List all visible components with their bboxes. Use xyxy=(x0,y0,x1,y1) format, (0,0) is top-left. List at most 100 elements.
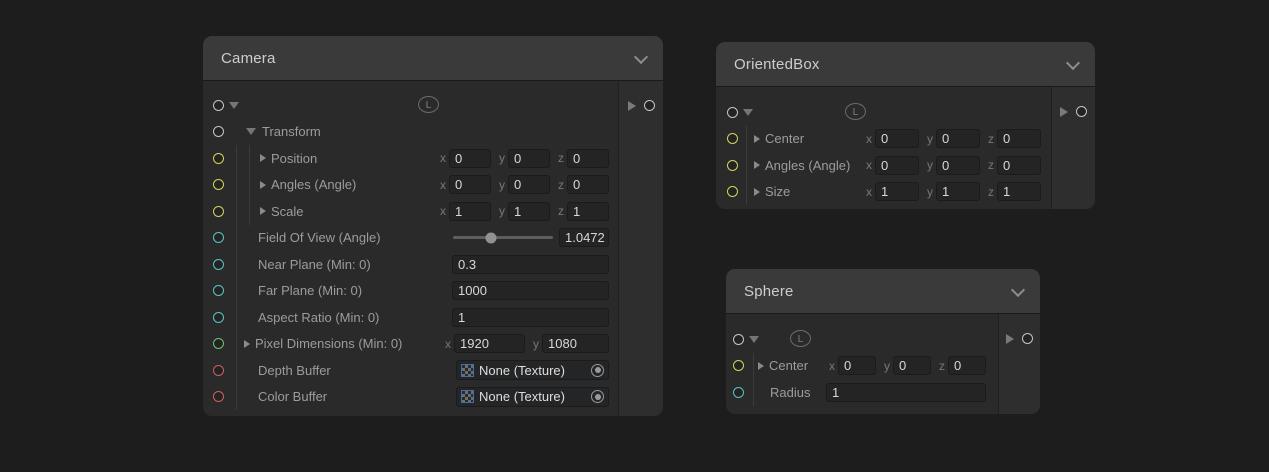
fov-value-field[interactable]: 1.0472 xyxy=(559,228,609,247)
tree-guide-line xyxy=(249,172,250,199)
far-plane-input-socket[interactable] xyxy=(213,285,224,296)
vector-fields: x 0 y 0 z 0 xyxy=(829,356,986,375)
color-buffer-input-socket[interactable] xyxy=(213,391,224,402)
angles-y-field[interactable]: 0 xyxy=(936,156,980,175)
chevron-down-icon[interactable] xyxy=(1011,283,1025,297)
camera-node[interactable]: Camera L Transform xyxy=(203,36,663,416)
camera-row-aspect-ratio: Aspect Ratio (Min: 0) 1 xyxy=(203,304,618,331)
exec-output-triangle-icon[interactable] xyxy=(628,101,636,111)
row-label: Far Plane (Min: 0) xyxy=(258,283,362,298)
depth-buffer-texture-field[interactable]: None (Texture) xyxy=(456,360,609,380)
chevron-down-icon[interactable] xyxy=(634,50,648,64)
angles-z-field[interactable]: 0 xyxy=(997,156,1041,175)
aspect-ratio-field[interactable]: 1 xyxy=(452,308,609,327)
axis-label-z: z xyxy=(988,158,994,172)
orientedbox-node-body: L Center x 0 y 0 z 0 xyxy=(716,86,1095,209)
camera-row-pixel-dimensions: Pixel Dimensions (Min: 0) x 1920 y 1080 xyxy=(203,331,618,358)
exec-output-triangle-icon[interactable] xyxy=(1006,334,1014,344)
collapse-triangle-icon[interactable] xyxy=(743,109,753,116)
center-input-socket[interactable] xyxy=(733,360,744,371)
collapse-triangle-icon[interactable] xyxy=(749,336,759,343)
angles-input-socket[interactable] xyxy=(727,160,738,171)
depth-buffer-input-socket[interactable] xyxy=(213,365,224,376)
near-plane-field[interactable]: 0.3 xyxy=(452,255,609,274)
center-input-socket[interactable] xyxy=(727,133,738,144)
scale-z-field[interactable]: 1 xyxy=(567,202,609,221)
fov-input-socket[interactable] xyxy=(213,232,224,243)
target-picker-icon[interactable] xyxy=(591,364,604,377)
camera-output-panel xyxy=(618,81,663,416)
expand-triangle-icon[interactable] xyxy=(244,340,250,348)
exec-input-socket[interactable] xyxy=(733,334,744,345)
radius-field[interactable]: 1 xyxy=(826,383,986,402)
center-z-field[interactable]: 0 xyxy=(997,129,1041,148)
expand-triangle-icon[interactable] xyxy=(260,181,266,189)
transform-input-socket[interactable] xyxy=(213,126,224,137)
position-input-socket[interactable] xyxy=(213,153,224,164)
fov-slider[interactable] xyxy=(453,236,553,239)
expand-triangle-icon[interactable] xyxy=(758,362,764,370)
center-x-field[interactable]: 0 xyxy=(875,129,919,148)
exec-output-socket[interactable] xyxy=(644,100,655,111)
size-z-field[interactable]: 1 xyxy=(997,182,1041,201)
pixel-height-field[interactable]: 1080 xyxy=(542,334,609,353)
far-plane-field[interactable]: 1000 xyxy=(452,281,609,300)
tree-guide-line xyxy=(249,145,250,172)
expand-triangle-icon[interactable] xyxy=(754,161,760,169)
fov-slider-handle[interactable] xyxy=(486,232,497,243)
size-y-field[interactable]: 1 xyxy=(936,182,980,201)
size-x-field[interactable]: 1 xyxy=(875,182,919,201)
orientedbox-node-header[interactable]: OrientedBox xyxy=(716,42,1095,86)
center-x-field[interactable]: 0 xyxy=(838,356,876,375)
target-picker-icon[interactable] xyxy=(591,390,604,403)
exec-input-socket[interactable] xyxy=(727,107,738,118)
axis-label-x: x xyxy=(440,151,446,165)
node-graph-canvas[interactable]: Camera L Transform xyxy=(0,0,1269,472)
position-z-field[interactable]: 0 xyxy=(567,149,609,168)
camera-node-header[interactable]: Camera xyxy=(203,36,663,80)
radius-input-socket[interactable] xyxy=(733,387,744,398)
local-space-badge[interactable]: L xyxy=(790,330,811,347)
angles-x-field[interactable]: 0 xyxy=(875,156,919,175)
pixel-dimensions-input-socket[interactable] xyxy=(213,338,224,349)
size-input-socket[interactable] xyxy=(727,186,738,197)
angles-z-field[interactable]: 0 xyxy=(567,175,609,194)
vector-fields: x 1 y 1 z 1 xyxy=(440,202,609,221)
orientedbox-node-main: L Center x 0 y 0 z 0 xyxy=(716,87,1051,209)
center-y-field[interactable]: 0 xyxy=(893,356,931,375)
position-x-field[interactable]: 0 xyxy=(449,149,491,168)
vector-fields: x 1 y 1 z 1 xyxy=(866,182,1041,201)
exec-input-socket[interactable] xyxy=(213,100,224,111)
scale-y-field[interactable]: 1 xyxy=(508,202,550,221)
row-label: Center xyxy=(765,131,804,146)
orientedbox-node[interactable]: OrientedBox L Center x 0 xyxy=(716,42,1095,209)
position-y-field[interactable]: 0 xyxy=(508,149,550,168)
expand-triangle-icon[interactable] xyxy=(754,135,760,143)
expand-triangle-icon[interactable] xyxy=(260,154,266,162)
color-buffer-texture-field[interactable]: None (Texture) xyxy=(456,387,609,407)
sphere-node-header[interactable]: Sphere xyxy=(726,269,1040,313)
local-space-badge[interactable]: L xyxy=(845,103,866,120)
exec-output-triangle-icon[interactable] xyxy=(1060,107,1068,117)
angles-x-field[interactable]: 0 xyxy=(449,175,491,194)
pixel-width-field[interactable]: 1920 xyxy=(454,334,525,353)
angles-y-field[interactable]: 0 xyxy=(508,175,550,194)
center-z-field[interactable]: 0 xyxy=(948,356,986,375)
chevron-down-icon[interactable] xyxy=(1066,56,1080,70)
sphere-node[interactable]: Sphere L Center x 0 y xyxy=(726,269,1040,414)
angles-input-socket[interactable] xyxy=(213,179,224,190)
collapse-triangle-icon[interactable] xyxy=(229,102,239,109)
tree-guide-line xyxy=(746,179,747,206)
axis-label-x: x xyxy=(440,178,446,192)
near-plane-input-socket[interactable] xyxy=(213,259,224,270)
scale-x-field[interactable]: 1 xyxy=(449,202,491,221)
center-y-field[interactable]: 0 xyxy=(936,129,980,148)
exec-output-socket[interactable] xyxy=(1022,333,1033,344)
scale-input-socket[interactable] xyxy=(213,206,224,217)
expand-triangle-icon[interactable] xyxy=(754,188,760,196)
exec-output-socket[interactable] xyxy=(1076,106,1087,117)
local-space-badge[interactable]: L xyxy=(418,96,439,113)
aspect-ratio-input-socket[interactable] xyxy=(213,312,224,323)
expand-open-triangle-icon[interactable] xyxy=(246,128,256,135)
expand-triangle-icon[interactable] xyxy=(260,207,266,215)
